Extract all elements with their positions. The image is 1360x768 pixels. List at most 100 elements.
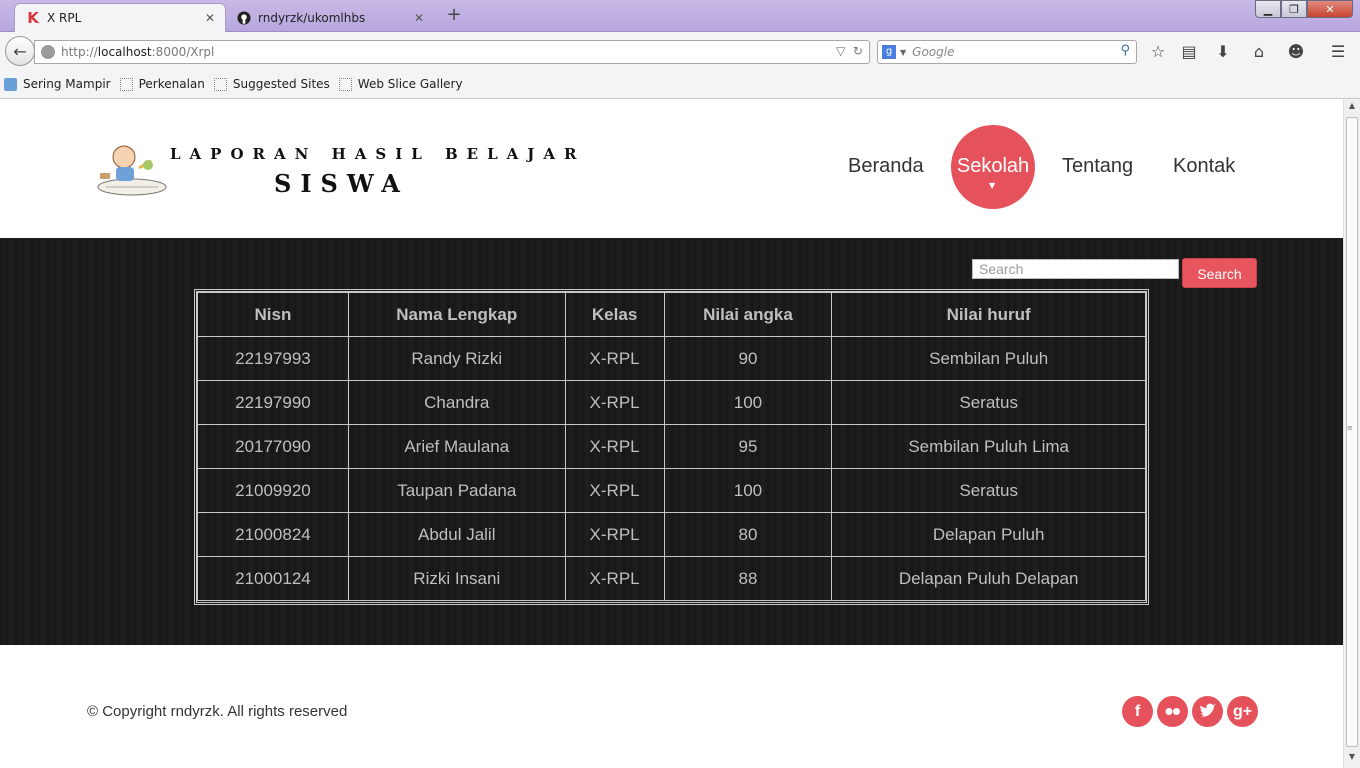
logo-subtitle: SISWA	[274, 169, 409, 198]
bookmark-label: Suggested Sites	[232, 77, 330, 91]
search-button[interactable]: Search	[1182, 258, 1257, 288]
bookmark-label: Sering Mampir	[23, 77, 111, 91]
nav-sekolah-label: Sekolah	[956, 155, 1030, 177]
download-icon[interactable]: ⬇	[1213, 42, 1233, 62]
site-header: LAPORAN HASIL BELAJAR SISWA Beranda Seko…	[0, 99, 1343, 238]
search-icon[interactable]: ⚲	[1120, 43, 1130, 58]
table-row: 20177090 Arief Maulana X-RPL 95 Sembilan…	[197, 424, 1146, 469]
content-section: Search Search Nisn Nama Lengkap Kelas Ni…	[0, 238, 1343, 645]
bookmark-web-slice-gallery[interactable]: Web Slice Gallery	[338, 77, 463, 91]
google-icon: g	[882, 45, 896, 59]
tab-title: rndyrzk/ukomlhbs	[258, 10, 366, 25]
bookmark-perkenalan[interactable]: Perkenalan	[119, 77, 205, 91]
cell-kelas: X-RPL	[564, 556, 665, 601]
cell-nilai-huruf: Seratus	[831, 380, 1146, 425]
browser-tab-bar: K X RPL ✕ rndyrzk/ukomlhbs ✕ + ▁ ❐ ✕	[0, 0, 1360, 32]
back-button[interactable]: ←	[5, 36, 35, 66]
home-icon[interactable]: ⌂	[1249, 42, 1269, 62]
bookmark-star-icon[interactable]: ☆	[1148, 42, 1168, 62]
cell-kelas: X-RPL	[564, 424, 665, 469]
col-nisn: Nisn	[197, 292, 349, 337]
cell-nilai-angka: 80	[663, 512, 833, 557]
cell-nilai-huruf: Sembilan Puluh	[831, 336, 1146, 381]
nav-beranda[interactable]: Beranda	[848, 155, 924, 178]
scroll-down-icon[interactable]: ▼	[1346, 752, 1358, 766]
bookmark-icon	[119, 77, 133, 91]
logo-title: LAPORAN HASIL BELAJAR	[170, 145, 586, 163]
nav-sekolah[interactable]: Sekolah ▼	[951, 125, 1035, 209]
new-tab-button[interactable]: +	[444, 4, 464, 28]
bookmarks-bar: Sering Mampir Perkenalan Suggested Sites…	[0, 70, 1360, 99]
col-nilai-huruf: Nilai huruf	[831, 292, 1146, 337]
col-nilai-angka: Nilai angka	[663, 292, 833, 337]
cell-nilai-huruf: Delapan Puluh Delapan	[831, 556, 1146, 601]
cell-nama: Randy Rizki	[347, 336, 566, 381]
copyright-text: © Copyright rndyrzk. All rights reserved	[87, 703, 348, 720]
cell-nilai-angka: 100	[663, 468, 833, 513]
chevron-down-icon[interactable]: ▼	[900, 48, 906, 57]
github-icon	[236, 10, 252, 26]
reading-list-icon[interactable]: ▤	[1179, 42, 1199, 62]
cell-nilai-huruf: Sembilan Puluh Lima	[831, 424, 1146, 469]
col-nama: Nama Lengkap	[347, 292, 566, 337]
cell-nisn: 22197990	[197, 380, 349, 425]
facebook-icon[interactable]: f	[1122, 696, 1153, 727]
search-input[interactable]: Search	[972, 259, 1179, 279]
web-search-placeholder: Google	[912, 45, 955, 59]
cell-nisn: 21000124	[197, 556, 349, 601]
tab-x-rpl[interactable]: K X RPL ✕	[14, 3, 226, 32]
bookmark-icon	[4, 77, 17, 91]
web-search-field[interactable]: g ▼ Google ⚲	[877, 40, 1137, 64]
cell-nilai-huruf: Delapan Puluh	[831, 512, 1146, 557]
close-tab-icon[interactable]: ✕	[205, 11, 215, 25]
student-table: Nisn Nama Lengkap Kelas Nilai angka Nila…	[194, 289, 1149, 605]
bookmark-icon	[213, 77, 227, 91]
cell-nama: Chandra	[347, 380, 566, 425]
cell-nama: Rizki Insani	[347, 556, 566, 601]
chevron-down-icon: ▼	[989, 181, 996, 190]
maximize-button[interactable]: ❐	[1281, 0, 1307, 18]
cell-kelas: X-RPL	[564, 512, 665, 557]
google-plus-icon[interactable]: g+	[1227, 696, 1258, 727]
cell-kelas: X-RPL	[564, 468, 665, 513]
cell-kelas: X-RPL	[564, 380, 665, 425]
cell-nama: Taupan Padana	[347, 468, 566, 513]
cell-nilai-angka: 88	[663, 556, 833, 601]
flickr-icon[interactable]	[1157, 696, 1188, 727]
close-tab-icon[interactable]: ✕	[414, 11, 424, 25]
menu-icon[interactable]: ☰	[1328, 42, 1348, 62]
cell-nisn: 22197993	[197, 336, 349, 381]
bookmark-label: Perkenalan	[138, 77, 205, 91]
table-row: 21000124 Rizki Insani X-RPL 88 Delapan P…	[197, 556, 1146, 601]
close-window-button[interactable]: ✕	[1307, 0, 1353, 18]
nav-tentang[interactable]: Tentang	[1062, 155, 1133, 178]
table-row: 22197990 Chandra X-RPL 100 Seratus	[197, 380, 1146, 425]
tab-github[interactable]: rndyrzk/ukomlhbs ✕	[226, 3, 434, 32]
site-footer: © Copyright rndyrzk. All rights reserved…	[0, 645, 1343, 768]
bookmark-icon	[338, 77, 352, 91]
address-bar[interactable]: http://localhost:8000/Xrpl ▽ ↻	[34, 40, 870, 64]
minimize-button[interactable]: ▁	[1255, 0, 1281, 18]
table-row: 21009920 Taupan Padana X-RPL 100 Seratus	[197, 468, 1146, 513]
chat-icon[interactable]: ☻	[1286, 42, 1306, 62]
scroll-up-icon[interactable]: ▲	[1346, 101, 1358, 115]
bookmark-suggested-sites[interactable]: Suggested Sites	[213, 77, 330, 91]
table-header-row: Nisn Nama Lengkap Kelas Nilai angka Nila…	[197, 292, 1146, 337]
table-row: 22197993 Randy Rizki X-RPL 90 Sembilan P…	[197, 336, 1146, 381]
grip-icon: ≡	[1347, 424, 1353, 432]
bookmark-sering-mampir[interactable]: Sering Mampir	[4, 77, 111, 91]
url-rest: :8000/Xrpl	[151, 45, 215, 59]
scroll-thumb[interactable]	[1346, 117, 1358, 747]
globe-icon	[41, 45, 55, 59]
cell-kelas: X-RPL	[564, 336, 665, 381]
twitter-icon[interactable]	[1192, 696, 1223, 727]
cell-nilai-angka: 100	[663, 380, 833, 425]
page-scrollbar[interactable]: ▲ ≡ ▼	[1343, 99, 1360, 768]
student-reading-icon	[97, 145, 167, 196]
url-prefix: http://	[61, 45, 98, 59]
table-row: 21000824 Abdul Jalil X-RPL 80 Delapan Pu…	[197, 512, 1146, 557]
col-kelas: Kelas	[564, 292, 665, 337]
reload-icon[interactable]: ▽ ↻	[836, 44, 863, 58]
nav-kontak[interactable]: Kontak	[1173, 155, 1235, 178]
k-logo-icon: K	[27, 9, 39, 27]
